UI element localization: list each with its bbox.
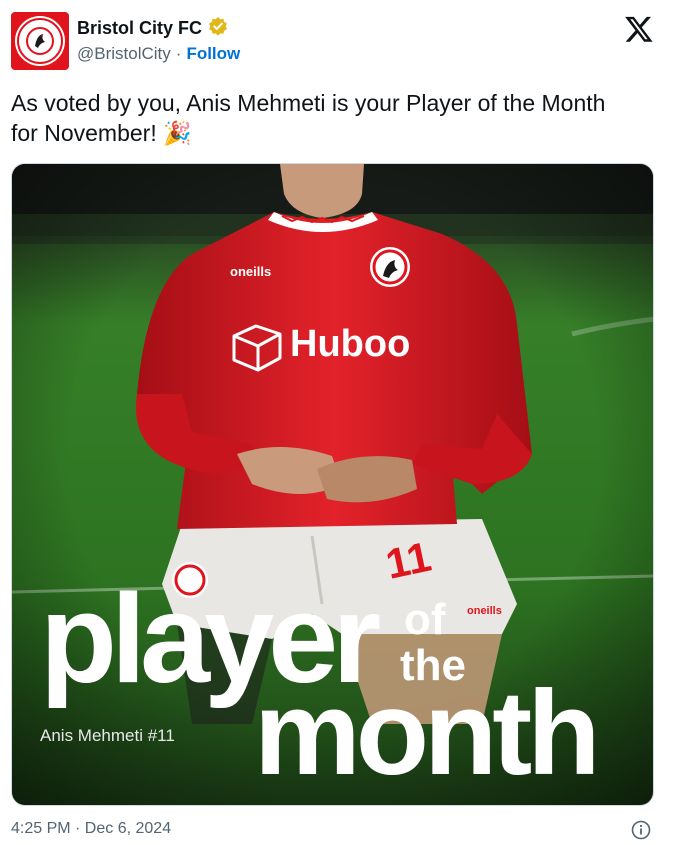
separator-dot: · <box>175 44 182 63</box>
account-handle[interactable]: @BristolCity <box>77 44 171 64</box>
tweet-text: As voted by you, Anis Mehmeti is your Pl… <box>11 90 606 146</box>
tweet-media-image[interactable]: Huboo oneills oneills 11 player of the m… <box>11 163 654 806</box>
avatar[interactable] <box>11 12 69 70</box>
club-crest-icon <box>17 18 63 64</box>
follow-button[interactable]: Follow <box>186 44 240 64</box>
headline-of-text: of <box>404 595 446 644</box>
headline-month-text: month <box>254 666 596 800</box>
account-name-row: Bristol City FC <box>77 16 228 41</box>
shirt-sponsor-text: Huboo <box>290 323 410 365</box>
shorts-brand-text: oneills <box>467 605 502 617</box>
verified-badge-icon <box>208 16 228 41</box>
handle-row: @BristolCity · Follow <box>77 44 240 64</box>
kit-brand-text: oneills <box>230 264 271 279</box>
tweet-timestamp[interactable]: 4:25 PM · Dec 6, 2024 <box>11 820 171 838</box>
media-caption-text: Anis Mehmeti #11 <box>40 726 175 745</box>
x-logo-icon[interactable] <box>624 14 654 44</box>
display-name[interactable]: Bristol City FC <box>77 18 202 39</box>
info-icon[interactable] <box>631 820 651 840</box>
